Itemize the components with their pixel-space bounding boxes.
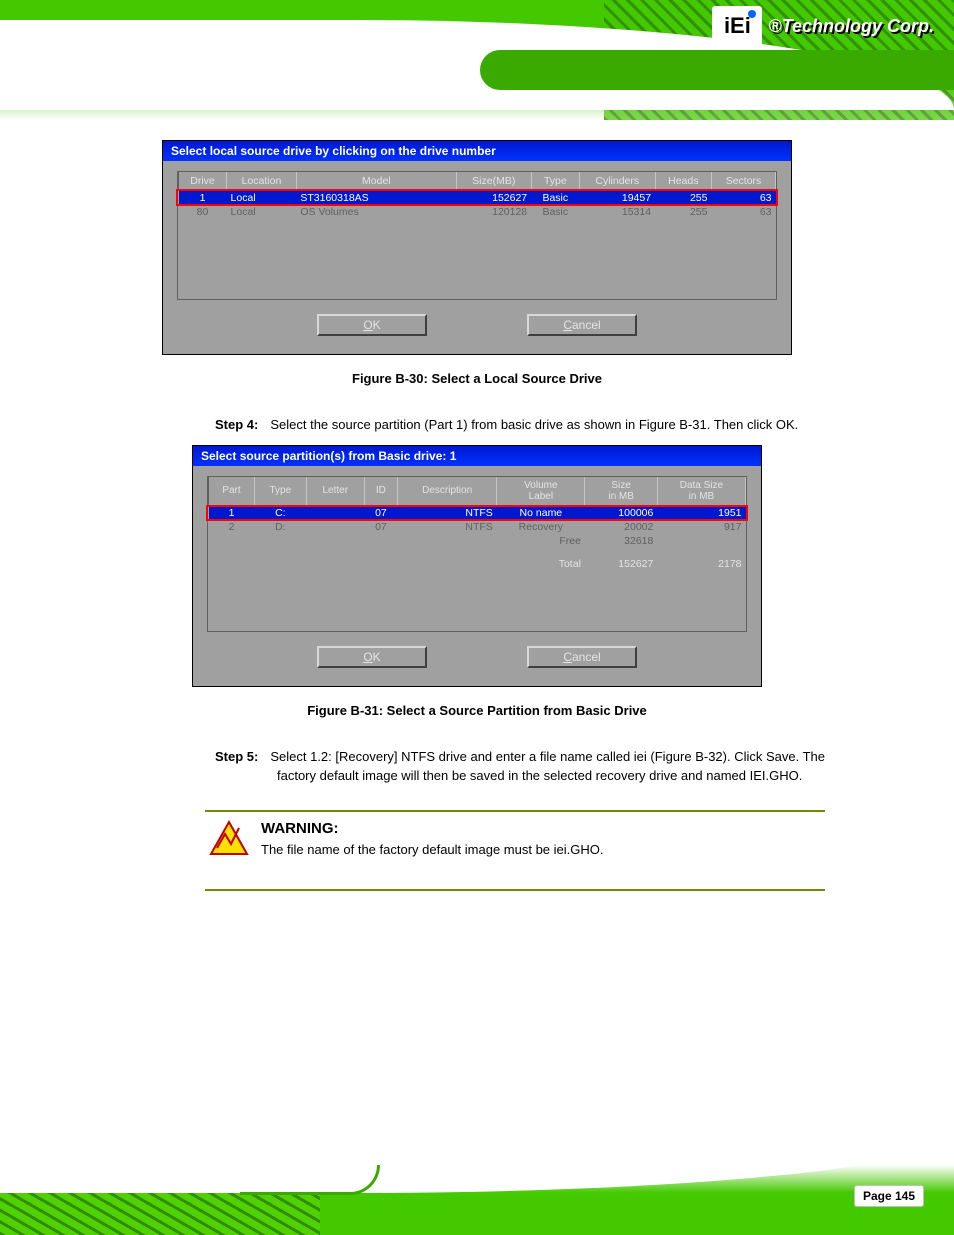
brand-logo-text: iEi xyxy=(724,13,751,39)
col-cylinders: Cylinders xyxy=(579,172,655,191)
brand-logo-dot-icon xyxy=(748,10,756,18)
col-heads: Heads xyxy=(655,172,711,191)
step-5-label: Step 5: xyxy=(215,749,258,764)
col-size: Size(MB) xyxy=(456,172,531,191)
cancel-button[interactable]: Cancel xyxy=(527,646,637,668)
col-size: Sizein MB xyxy=(585,477,657,506)
select-source-partition-dialog: Select source partition(s) from Basic dr… xyxy=(192,445,762,687)
ok-button[interactable]: OK xyxy=(317,314,427,336)
step-5-body: Select 1.2: [Recovery] NTFS drive and en… xyxy=(270,749,825,783)
step-4-text: Step 4: Select the source partition (Part… xyxy=(215,416,855,435)
table-row[interactable]: 80 Local OS Volumes 120128 Basic 15314 2… xyxy=(179,205,776,219)
dialog-button-row: OK Cancel xyxy=(177,314,777,336)
col-model: Model xyxy=(296,172,456,191)
warning-icon xyxy=(209,820,249,861)
page-footer: Page 145 xyxy=(0,1105,954,1235)
partition-table-wrap: Part Type Letter ID Description VolumeLa… xyxy=(207,476,747,632)
dialog-button-row: OK Cancel xyxy=(207,646,747,668)
warning-text: WARNING: The file name of the factory de… xyxy=(261,820,604,860)
warning-box: WARNING: The file name of the factory de… xyxy=(205,810,825,891)
col-type: Type xyxy=(531,172,579,191)
brand-logo-area: iEi ®Technology Corp. xyxy=(712,6,934,46)
footer-swoosh-accent xyxy=(240,1165,380,1195)
table-row[interactable]: 1 Local ST3160318AS 152627 Basic 19457 2… xyxy=(179,191,776,206)
figure-label: Figure B-30: Select a Local Source Drive xyxy=(45,371,909,386)
page-number: Page 145 xyxy=(854,1185,924,1207)
dialog-body: Drive Location Model Size(MB) Type Cylin… xyxy=(163,161,791,354)
cancel-button[interactable]: Cancel xyxy=(527,314,637,336)
header-swoosh-accent xyxy=(480,50,954,90)
step-4-label: Step 4: xyxy=(215,417,258,432)
col-data: Data Sizein MB xyxy=(657,477,745,506)
step-5-text: Step 5: Select 1.2: [Recovery] NTFS drive… xyxy=(215,748,855,786)
step-4-body: Select the source partition (Part 1) fro… xyxy=(270,417,798,432)
col-vol: VolumeLabel xyxy=(497,477,585,506)
dialog-body: Part Type Letter ID Description VolumeLa… xyxy=(193,466,761,686)
col-id: ID xyxy=(364,477,397,506)
page-content: Select local source drive by clicking on… xyxy=(0,120,954,891)
select-source-drive-dialog: Select local source drive by clicking on… xyxy=(162,140,792,355)
page-header: iEi ®Technology Corp. xyxy=(0,0,954,120)
col-location: Location xyxy=(227,172,297,191)
table-row-free: Free 32618 xyxy=(209,534,746,548)
divider xyxy=(205,889,825,891)
col-desc: Description xyxy=(397,477,496,506)
dialog-title: Select local source drive by clicking on… xyxy=(163,141,791,161)
table-row[interactable]: 1 C: 07 NTFS No name 100006 1951 xyxy=(209,505,746,520)
warning-title: WARNING: xyxy=(261,820,604,837)
col-letter: Letter xyxy=(306,477,364,506)
drive-table-wrap: Drive Location Model Size(MB) Type Cylin… xyxy=(177,171,777,300)
table-row[interactable]: 2 D: 07 NTFS Recovery 20002 917 xyxy=(209,520,746,534)
table-row-total: Total 152627 2178 xyxy=(209,548,746,571)
ok-button[interactable]: OK xyxy=(317,646,427,668)
drive-table: Drive Location Model Size(MB) Type Cylin… xyxy=(178,172,776,299)
table-empty-space xyxy=(209,571,746,631)
warning-body: The file name of the factory default ima… xyxy=(261,841,604,860)
col-part: Part xyxy=(209,477,255,506)
col-drive: Drive xyxy=(179,172,227,191)
figure-label: Figure B-31: Select a Source Partition f… xyxy=(45,703,909,718)
dialog-title: Select source partition(s) from Basic dr… xyxy=(193,446,761,466)
table-empty-space xyxy=(179,219,776,299)
partition-table: Part Type Letter ID Description VolumeLa… xyxy=(208,477,746,631)
brand-logo-icon: iEi xyxy=(712,6,762,46)
brand-tagline: ®Technology Corp. xyxy=(768,16,934,37)
col-type: Type xyxy=(255,477,307,506)
col-sectors: Sectors xyxy=(712,172,776,191)
